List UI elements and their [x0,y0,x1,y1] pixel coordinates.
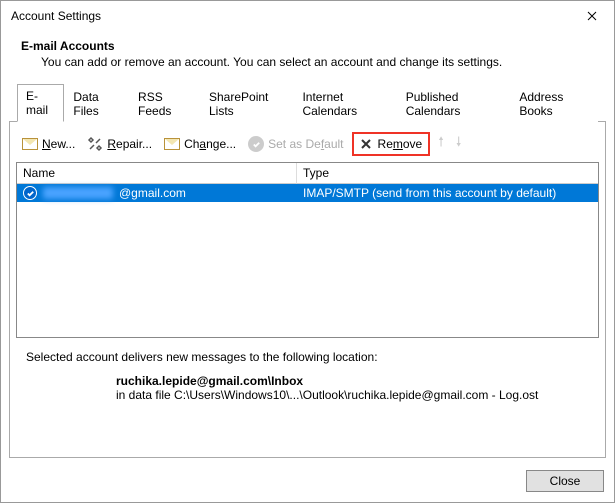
window-close-button[interactable] [569,1,614,31]
close-button[interactable]: Close [526,470,604,492]
location-label: Selected account delivers new messages t… [26,350,589,364]
close-icon [587,11,597,21]
check-circle-icon [248,136,264,152]
redacted-name [43,187,113,199]
footer: Close [1,466,614,502]
tab-address-books[interactable]: Address Books [510,85,598,122]
cell-name: @gmail.com [17,184,297,202]
tab-published-calendars[interactable]: Published Calendars [397,85,511,122]
location-folder: ruchika.lepide@gmail.com\Inbox [116,374,589,388]
cell-type: IMAP/SMTP (send from this account by def… [297,184,598,202]
repair-button[interactable]: Repair... [83,134,156,154]
tab-data-files[interactable]: Data Files [64,85,129,122]
titlebar: Account Settings [1,1,614,31]
toolbar: New... Repair... Change... Set as Defaul… [16,128,599,162]
change-button[interactable]: Change... [160,134,240,154]
envelope-icon [22,136,38,152]
tools-icon [87,136,103,152]
x-icon [358,136,374,152]
tab-sharepoint-lists[interactable]: SharePoint Lists [200,85,293,122]
tabstrip: E-mail Data Files RSS Feeds SharePoint L… [9,83,606,122]
set-default-button: Set as Default [244,134,347,154]
accounts-table: Name Type @gmail.com IMAP/SMTP (send fro… [16,162,599,338]
header-title: E-mail Accounts [21,39,594,53]
table-body: @gmail.com IMAP/SMTP (send from this acc… [17,184,598,337]
delivery-location: Selected account delivers new messages t… [16,338,599,412]
table-row[interactable]: @gmail.com IMAP/SMTP (send from this acc… [17,184,598,202]
col-type[interactable]: Type [297,163,598,184]
window-title: Account Settings [11,9,569,23]
remove-button[interactable]: Remove [352,132,431,156]
new-button[interactable]: New... [18,134,79,154]
move-down-icon: 🠗 [452,133,466,155]
move-up-icon: 🠕 [434,133,448,155]
default-check-icon [23,186,37,200]
header: E-mail Accounts You can add or remove an… [1,31,614,83]
tab-internet-calendars[interactable]: Internet Calendars [293,85,396,122]
table-header: Name Type [17,163,598,184]
tab-rss-feeds[interactable]: RSS Feeds [129,85,200,122]
tab-email[interactable]: E-mail [17,84,64,122]
header-subtitle: You can add or remove an account. You ca… [21,55,594,69]
envelope-change-icon [164,136,180,152]
account-suffix: @gmail.com [119,186,186,200]
col-name[interactable]: Name [17,163,297,184]
panel-email: New... Repair... Change... Set as Defaul… [9,122,606,458]
account-settings-window: Account Settings E-mail Accounts You can… [0,0,615,503]
location-datafile: in data file C:\Users\Windows10\...\Outl… [116,388,589,402]
